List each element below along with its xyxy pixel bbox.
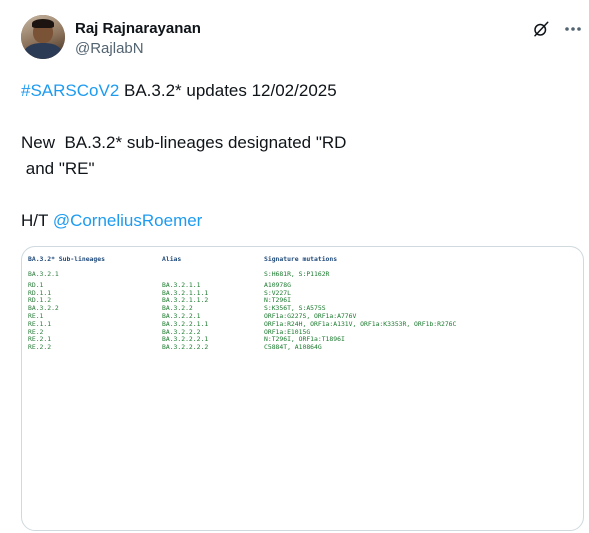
author-name[interactable]: Raj Rajnarayanan: [75, 20, 201, 38]
lineage-cell: BA.3.2.2: [28, 304, 59, 313]
table-row: BA.3.2.1 S:H681R, S:P1162R: [28, 270, 456, 282]
more-icon[interactable]: [563, 19, 583, 39]
column-header-signature-mutations: Signature mutations: [264, 255, 338, 263]
alias-cell: BA.3.2.2.2.2: [162, 343, 209, 352]
avatar[interactable]: [21, 15, 65, 59]
table-row: RE.2.1 BA.3.2.2.2.1 N:T296I, ORF1a:T1896I: [28, 336, 456, 344]
mutations-cell: S:H681R, S:P1162R: [264, 270, 330, 278]
mutations-cell: C5884T, A10864G: [264, 343, 322, 352]
column-header-sub-lineages: BA.3.2* Sub-lineages: [28, 255, 105, 263]
avatar-shirt: [24, 43, 62, 59]
table-row: RD.1.1 BA.3.2.1.1.1 S:V227L: [28, 288, 456, 298]
post-body-text: New BA.3.2* sub-lineages designated "RD …: [21, 133, 347, 178]
lineage-cell: RE.2.2: [28, 343, 52, 352]
table-row: RE.1.1 BA.3.2.2.1.1 ORF1a:R24H, ORF1a:A131…: [28, 319, 456, 329]
post: Raj Rajnarayanan @RajlabN #SARSCoV2 BA.3…: [0, 0, 589, 533]
mention-link[interactable]: @CorneliusRoemer: [53, 211, 203, 230]
mutations-cell: A10978G: [264, 280, 291, 289]
grok-icon[interactable]: [532, 20, 550, 38]
mutations-cell: S:V227L: [264, 288, 291, 297]
post-text: #SARSCoV2 BA.3.2* updates 12/02/2025 New…: [21, 78, 561, 234]
lineage-table: BA.3.2* Sub-lineages Alias Signature mut…: [28, 255, 456, 352]
lineage-cell: BA.3.2.1: [28, 270, 59, 278]
post-title-text: BA.3.2* updates 12/02/2025: [119, 81, 337, 100]
table-body: BA.3.2.1 S:H681R, S:P1162R RD.1 BA.3.2.1.1 A…: [28, 270, 456, 352]
attached-image[interactable]: BA.3.2* Sub-lineages Alias Signature mut…: [21, 246, 584, 531]
hashtag-link[interactable]: #SARSCoV2: [21, 81, 119, 100]
table-row: BA.3.2.2 BA.3.2.2 S:K356T, S:A575S: [28, 304, 456, 313]
table-row: RE.2.2 BA.3.2.2.2.2 C5884T, A10864G: [28, 343, 456, 352]
table-header-row: BA.3.2* Sub-lineages Alias Signature mut…: [28, 255, 456, 271]
author-handle[interactable]: @RajlabN: [75, 40, 144, 58]
hat-tip-prefix: H/T: [21, 211, 53, 230]
column-header-alias: Alias: [162, 255, 182, 263]
avatar-hair: [32, 19, 54, 28]
table-row: RD.1 BA.3.2.1.1 A10978G: [28, 280, 456, 290]
table-row: RD.1.2 BA.3.2.1.1.2 N:T296I: [28, 297, 456, 305]
table-row: RE.2 BA.3.2.2.2 ORF1a:E1015G: [28, 328, 456, 337]
lineage-cell: RE.1.1: [28, 319, 52, 328]
